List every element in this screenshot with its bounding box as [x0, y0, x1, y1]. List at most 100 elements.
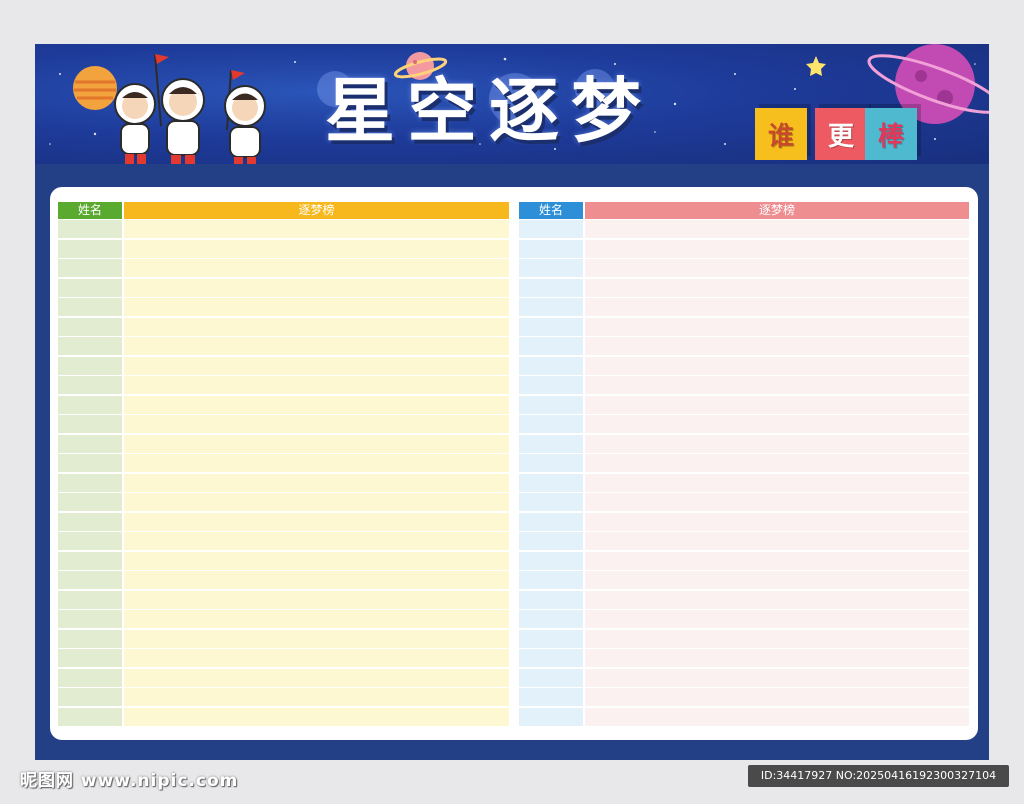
- name-cell[interactable]: [519, 317, 583, 336]
- name-cell[interactable]: [58, 473, 122, 492]
- rank-cell[interactable]: [124, 239, 509, 258]
- rank-cell[interactable]: [585, 259, 969, 277]
- name-cell[interactable]: [519, 629, 583, 648]
- rank-cell[interactable]: [124, 415, 509, 433]
- name-cell[interactable]: [58, 610, 122, 628]
- name-cell[interactable]: [519, 551, 583, 570]
- rank-cell[interactable]: [124, 571, 509, 589]
- name-cell[interactable]: [58, 259, 122, 277]
- rank-cell[interactable]: [585, 454, 969, 472]
- name-cell[interactable]: [58, 434, 122, 453]
- name-cell[interactable]: [58, 493, 122, 511]
- rank-cell[interactable]: [124, 434, 509, 453]
- name-cell[interactable]: [519, 512, 583, 531]
- name-cell[interactable]: [58, 551, 122, 570]
- name-cell[interactable]: [519, 473, 583, 492]
- rank-cell[interactable]: [585, 512, 969, 531]
- rank-cell[interactable]: [124, 512, 509, 531]
- rank-cell[interactable]: [585, 668, 969, 687]
- name-cell[interactable]: [519, 707, 583, 726]
- name-cell[interactable]: [58, 590, 122, 609]
- name-cell[interactable]: [58, 532, 122, 550]
- name-cell[interactable]: [519, 278, 583, 297]
- rank-cell[interactable]: [585, 590, 969, 609]
- name-cell[interactable]: [519, 590, 583, 609]
- name-cell[interactable]: [519, 649, 583, 667]
- name-cell[interactable]: [58, 629, 122, 648]
- name-cell[interactable]: [519, 610, 583, 628]
- name-cell[interactable]: [58, 239, 122, 258]
- name-cell[interactable]: [58, 415, 122, 433]
- name-cell[interactable]: [58, 376, 122, 394]
- rank-cell[interactable]: [585, 278, 969, 297]
- rank-cell[interactable]: [124, 356, 509, 375]
- name-cell[interactable]: [519, 259, 583, 277]
- rank-cell[interactable]: [124, 688, 509, 706]
- rank-cell[interactable]: [585, 298, 969, 316]
- rank-cell[interactable]: [124, 493, 509, 511]
- name-cell[interactable]: [58, 571, 122, 589]
- rank-cell[interactable]: [124, 395, 509, 414]
- name-cell[interactable]: [519, 688, 583, 706]
- rank-cell[interactable]: [124, 649, 509, 667]
- rank-cell[interactable]: [585, 571, 969, 589]
- rank-cell[interactable]: [124, 629, 509, 648]
- name-cell[interactable]: [519, 434, 583, 453]
- name-cell[interactable]: [58, 278, 122, 297]
- name-cell[interactable]: [519, 532, 583, 550]
- rank-cell[interactable]: [585, 376, 969, 394]
- rank-cell[interactable]: [585, 415, 969, 433]
- name-cell[interactable]: [58, 220, 122, 238]
- name-cell[interactable]: [58, 707, 122, 726]
- rank-cell[interactable]: [585, 395, 969, 414]
- name-cell[interactable]: [519, 571, 583, 589]
- rank-cell[interactable]: [124, 220, 509, 238]
- name-cell[interactable]: [58, 454, 122, 472]
- rank-cell[interactable]: [585, 473, 969, 492]
- name-cell[interactable]: [519, 298, 583, 316]
- rank-cell[interactable]: [585, 220, 969, 238]
- rank-cell[interactable]: [124, 610, 509, 628]
- rank-cell[interactable]: [585, 356, 969, 375]
- rank-cell[interactable]: [585, 688, 969, 706]
- rank-cell[interactable]: [585, 337, 969, 355]
- rank-cell[interactable]: [585, 493, 969, 511]
- name-cell[interactable]: [58, 649, 122, 667]
- rank-cell[interactable]: [124, 317, 509, 336]
- rank-cell[interactable]: [124, 532, 509, 550]
- rank-cell[interactable]: [585, 239, 969, 258]
- rank-cell[interactable]: [585, 434, 969, 453]
- rank-cell[interactable]: [585, 629, 969, 648]
- name-cell[interactable]: [58, 317, 122, 336]
- name-cell[interactable]: [519, 668, 583, 687]
- name-cell[interactable]: [519, 395, 583, 414]
- rank-cell[interactable]: [124, 668, 509, 687]
- name-cell[interactable]: [58, 298, 122, 316]
- name-cell[interactable]: [58, 395, 122, 414]
- name-cell[interactable]: [519, 220, 583, 238]
- rank-cell[interactable]: [124, 376, 509, 394]
- rank-cell[interactable]: [124, 337, 509, 355]
- name-cell[interactable]: [58, 356, 122, 375]
- rank-cell[interactable]: [124, 278, 509, 297]
- name-cell[interactable]: [519, 356, 583, 375]
- name-cell[interactable]: [519, 337, 583, 355]
- name-cell[interactable]: [519, 493, 583, 511]
- name-cell[interactable]: [519, 239, 583, 258]
- name-cell[interactable]: [519, 454, 583, 472]
- rank-cell[interactable]: [585, 707, 969, 726]
- rank-cell[interactable]: [124, 473, 509, 492]
- rank-cell[interactable]: [124, 298, 509, 316]
- rank-cell[interactable]: [124, 454, 509, 472]
- name-cell[interactable]: [58, 337, 122, 355]
- rank-cell[interactable]: [124, 590, 509, 609]
- name-cell[interactable]: [58, 668, 122, 687]
- name-cell[interactable]: [519, 415, 583, 433]
- rank-cell[interactable]: [585, 610, 969, 628]
- name-cell[interactable]: [58, 688, 122, 706]
- rank-cell[interactable]: [124, 551, 509, 570]
- name-cell[interactable]: [519, 376, 583, 394]
- rank-cell[interactable]: [585, 649, 969, 667]
- name-cell[interactable]: [58, 512, 122, 531]
- rank-cell[interactable]: [124, 707, 509, 726]
